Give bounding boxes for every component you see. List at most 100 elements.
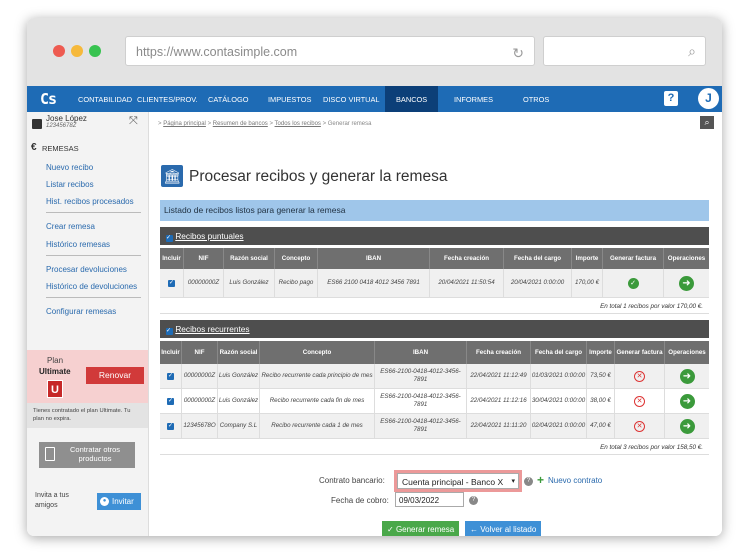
generate-remesa-button[interactable]: ✓ Generar remesa [382, 521, 460, 536]
close-window-icon[interactable] [53, 45, 65, 57]
browser-search-box[interactable]: ⌕ [543, 36, 706, 66]
sidebar-link-historico-devoluciones[interactable]: Histórico de devoluciones [46, 282, 137, 291]
include-checkbox[interactable]: ✓ [167, 397, 174, 405]
search-icon: ⌕ [688, 43, 696, 59]
checkbox-icon[interactable]: ✓ [166, 235, 173, 242]
plan-badge: U [47, 380, 63, 398]
new-contract-link[interactable]: Nuevo contrato [548, 476, 602, 485]
sidebar-link-configurar-remesas[interactable]: Configurar remesas [46, 307, 116, 316]
chevron-down-icon: ▾ [511, 478, 515, 485]
sidebar-link-hist-recibos[interactable]: Hist. recibos procesados [46, 197, 134, 206]
address-bar[interactable]: https://www.contasimple.com ↻ [125, 36, 535, 66]
section-recurrentes-title[interactable]: Recibos recurrentes [175, 324, 249, 334]
sidebar-link-historico-remesas[interactable]: Histórico remesas [46, 240, 110, 249]
include-checkbox[interactable]: ✓ [168, 279, 175, 287]
section-puntuales-title[interactable]: Recibos puntuales [175, 231, 243, 241]
maximize-window-icon[interactable] [89, 45, 101, 57]
help-icon[interactable]: ? [524, 477, 533, 486]
nav-contabilidad[interactable]: CONTABILIDAD [78, 95, 132, 104]
include-checkbox[interactable]: ✓ [167, 422, 174, 430]
nav-bancos[interactable]: BANCOS [385, 86, 439, 112]
reload-icon[interactable]: ↻ [512, 45, 524, 62]
table-row: ✓ 00000000Z Luis González Recibo pago ES… [160, 269, 709, 298]
date-input[interactable]: 09/03/2022 [395, 492, 464, 507]
renew-button[interactable]: Renovar [86, 367, 144, 384]
invite-text: Invita a tus amigos [35, 492, 69, 509]
list-header: Listado de recibos listos para generar l… [160, 200, 709, 221]
breadcrumb-item[interactable]: Página principal [163, 121, 206, 127]
nav-impuestos[interactable]: IMPUESTOS [268, 95, 311, 104]
invoice-check-icon[interactable]: ✓ [627, 277, 639, 289]
sidebar-link-crear-remesa[interactable]: Crear remesa [46, 222, 95, 231]
user-avatar[interactable]: J [698, 88, 719, 109]
go-arrow-icon[interactable]: ➜ [679, 393, 695, 409]
nav-disco-virtual[interactable]: DISCO VIRTUAL [323, 95, 380, 104]
nav-informes[interactable]: INFORMES [454, 95, 493, 104]
shopping-bag-icon [45, 447, 55, 461]
invoice-cross-icon[interactable]: ✕ [634, 395, 645, 407]
contract-select-value: Cuenta principal - Banco X [402, 477, 504, 487]
plan-box: Plan Ultimate Renovar U [27, 350, 148, 403]
sidebar-section-title: REMESAS [42, 144, 79, 153]
collapse-icon[interactable]: ⤧ [129, 115, 138, 128]
date-label: Fecha de cobro: [331, 496, 389, 505]
invite-label: Invitar [112, 497, 134, 506]
main-content: > Página principal > Resumen de bancos >… [149, 112, 722, 536]
section-puntuales: ✓ Recibos puntuales [160, 227, 709, 245]
sidebar-link-listar-recibos[interactable]: Listar recibos [46, 180, 94, 189]
browser-chrome: https://www.contasimple.com ↻ ⌕ [27, 18, 722, 86]
sidebar-divider [46, 297, 141, 298]
sidebar-divider [46, 212, 141, 213]
breadcrumb-item[interactable]: Resumen de bancos [213, 121, 268, 127]
arrow-left-icon: ← [470, 525, 478, 534]
total-puntuales: En total 1 recibos por valor 170,00 €. [160, 300, 709, 314]
invoice-cross-icon[interactable]: ✕ [634, 370, 645, 382]
nav-clientes[interactable]: CLIENTES/PROV. [137, 95, 198, 104]
plan-note: Tienes contratado el plan Ultimate. Tu p… [27, 403, 148, 428]
breadcrumb: > Página principal > Resumen de bancos >… [158, 121, 372, 127]
table-row: ✓ 00000000Z Luis González Recibo recurre… [160, 364, 709, 389]
check-icon: ✓ [387, 525, 394, 534]
bank-icon: 🏛 [161, 165, 183, 187]
table-header: Incluir NIF Razón social Concepto IBAN F… [160, 248, 709, 269]
invoice-cross-icon[interactable]: ✕ [634, 420, 645, 432]
help-icon[interactable]: ? [469, 496, 478, 505]
euro-icon: € [31, 142, 37, 153]
help-button[interactable]: ? [664, 91, 678, 106]
minimize-window-icon[interactable] [71, 45, 83, 57]
plus-icon[interactable]: + [537, 473, 544, 487]
table-header: Incluir NIF Razón social Concepto IBAN F… [160, 341, 709, 364]
user-card-icon [32, 119, 42, 129]
sidebar-link-nuevo-recibo[interactable]: Nuevo recibo [46, 163, 93, 172]
page-title: Procesar recibos y generar la remesa [189, 168, 448, 185]
invite-button[interactable]: ● Invitar [97, 493, 141, 510]
checkbox-icon[interactable]: ✓ [166, 328, 173, 335]
search-icon[interactable]: ⌕ [700, 116, 714, 129]
nav-otros[interactable]: OTROS [523, 95, 549, 104]
contract-products-button[interactable]: Contratar otros productos [39, 442, 135, 468]
url-text: https://www.contasimple.com [136, 45, 298, 59]
app-logo[interactable]: Cs [40, 90, 57, 108]
plan-name: Ultimate [39, 367, 71, 376]
go-arrow-icon[interactable]: ➜ [679, 418, 695, 434]
contract-label: Contrato bancario: [319, 476, 385, 485]
table-row: ✓ 00000000Z Luis González Recibo recurre… [160, 389, 709, 414]
plan-label: Plan [47, 356, 64, 365]
nav-catalogo[interactable]: CATÁLOGO [208, 95, 249, 104]
sidebar-link-procesar-devoluciones[interactable]: Procesar devoluciones [46, 265, 127, 274]
user-id: 12345678Z [46, 123, 77, 129]
top-navigation: Cs CONTABILIDAD CLIENTES/PROV. CATÁLOGO … [27, 86, 722, 112]
section-recurrentes: ✓ Recibos recurrentes [160, 320, 709, 338]
sidebar-divider [46, 255, 141, 256]
breadcrumb-item[interactable]: Todos los recibos [275, 121, 321, 127]
total-recurrentes: En total 3 recibos por valor 158,50 €. [160, 441, 709, 455]
go-arrow-icon[interactable]: ➜ [679, 275, 694, 291]
breadcrumb-current: Generar remesa [327, 121, 372, 127]
back-to-list-button[interactable]: ← Volver al listado [465, 521, 542, 536]
go-arrow-icon[interactable]: ➜ [679, 368, 695, 384]
contract-products-label: Contratar otros productos [69, 445, 121, 463]
globe-icon: ● [100, 497, 109, 506]
include-checkbox[interactable]: ✓ [167, 372, 174, 380]
browser-window: https://www.contasimple.com ↻ ⌕ Cs CONTA… [27, 18, 722, 536]
contract-select[interactable]: Cuenta principal - Banco X ▾ [397, 473, 519, 489]
